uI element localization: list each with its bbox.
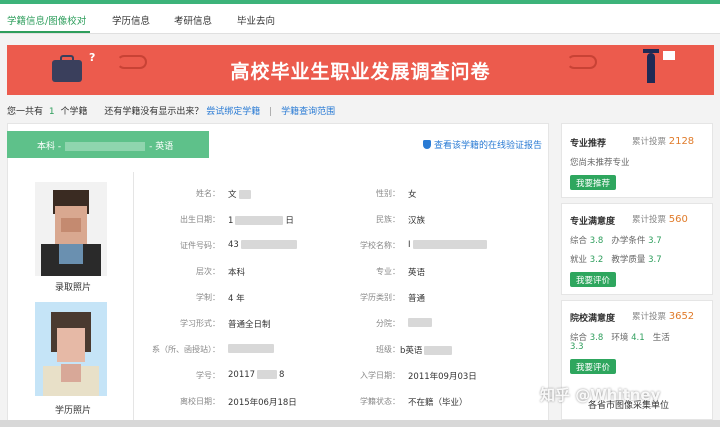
record-scope-link[interactable]: 学籍查询范围 (281, 107, 335, 117)
school-satisfaction-row-1: 综合 3.8 环境 4.1 生活 (570, 333, 670, 343)
field-value-study-form: 普通全日制 (228, 320, 271, 330)
field-value-level: 本科 (228, 268, 246, 278)
field-label-leave-date: 离校日期： (180, 397, 220, 406)
field-value-major: 英语 (408, 268, 426, 278)
verify-report-link[interactable]: 查看该学籍的在线验证报告 (422, 138, 542, 151)
field-value-status: 不在籍（毕业） (408, 398, 468, 408)
field-label-status: 学籍状态： (360, 397, 400, 406)
horizontal-scrollbar[interactable] (0, 420, 720, 427)
major-satisfaction-votes: 累计投票 560 (632, 214, 688, 225)
field-value-duration: 4 年 (228, 294, 245, 304)
field-label-ethnicity: 民族： (376, 215, 400, 224)
admission-photo (35, 182, 107, 276)
field-label-gender: 性别： (376, 189, 400, 198)
field-label-school-name: 学校名称： (360, 241, 400, 250)
record-tab[interactable]: 本科 - - 英语 (7, 131, 209, 158)
field-value-name: 文 (228, 188, 251, 200)
major-recommend-card: 专业推荐 累计投票 2128 您尚未推荐专业 我要推荐 (561, 123, 713, 198)
diploma-photo-label: 学历照片 (54, 406, 91, 416)
field-value-degree-type: 普通 (408, 294, 426, 304)
field-label-level: 层次： (196, 267, 220, 276)
field-label-branch-college: 分院： (376, 319, 400, 328)
field-label-department: 系（所、函授站）： (152, 345, 220, 354)
field-value-branch-college (408, 318, 432, 328)
admission-photo-label: 录取照片 (54, 283, 91, 293)
school-satisfaction-title: 院校满意度 (570, 314, 616, 324)
rate-major-button[interactable]: 我要评价 (570, 272, 617, 287)
survey-banner[interactable]: ? 高校毕业生职业发展调查问卷 (7, 45, 714, 95)
shield-icon (422, 140, 431, 149)
bind-record-link[interactable]: 尝试绑定学籍 (206, 107, 260, 117)
field-label-name: 姓名： (196, 189, 220, 198)
redacted-school-name (65, 142, 146, 151)
field-label-student-id: 学号： (196, 371, 220, 380)
field-value-class: b英语 (400, 344, 453, 356)
major-satisfaction-card: 专业满意度 累计投票 560 综合 3.8 办学条件 3.7 就业 3.2 教学… (561, 203, 713, 295)
major-recommend-text: 您尚未推荐专业 (570, 158, 630, 168)
field-value-id-number: 43 (228, 240, 297, 250)
record-count-prefix: 您一共有 (7, 107, 44, 117)
field-value-gender: 女 (408, 190, 417, 200)
field-value-department (228, 344, 274, 354)
tab-student-status[interactable]: 学籍信息/图像校对 (7, 13, 86, 27)
field-label-study-form: 学习形式： (180, 319, 220, 328)
graduate-cap-icon (643, 49, 659, 53)
missing-record-question: 还有学籍没有显示出来？ (104, 107, 204, 117)
record-tab-level: 本科 - (37, 142, 62, 152)
major-recommend-title: 专业推荐 (570, 139, 607, 149)
active-tab-indicator (0, 31, 90, 33)
top-nav: 学籍信息/图像校对 学历信息 考研信息 毕业去向 (0, 4, 720, 34)
field-label-major: 专业： (376, 267, 400, 276)
recommend-major-button[interactable]: 我要推荐 (570, 175, 617, 190)
tab-education-info[interactable]: 学历信息 (112, 13, 150, 27)
field-value-birthdate: 1日 (228, 216, 294, 226)
record-count-suffix: 个学籍 (60, 107, 88, 117)
image-collection-units-link[interactable]: 各省市图像采集单位 (588, 398, 669, 411)
major-satisfaction-row-2: 就业 3.2 教学质量 3.7 (570, 255, 662, 265)
field-label-degree-type: 学历类别： (360, 293, 400, 302)
school-satisfaction-row-1-overflow: 3.3 (570, 342, 584, 352)
field-label-class: 班级： (376, 345, 400, 354)
diploma-photo (35, 302, 107, 396)
rate-school-button[interactable]: 我要评价 (570, 359, 617, 374)
major-satisfaction-title: 专业满意度 (570, 217, 616, 227)
field-value-leave-date: 2015年06月18日 (228, 398, 297, 408)
field-value-school-name: I (408, 240, 487, 250)
photo-column: 录取照片 学历照片 (12, 172, 134, 427)
major-satisfaction-row-1: 综合 3.8 办学条件 3.7 (570, 236, 662, 246)
graduate-figure-icon (647, 53, 655, 83)
field-label-enroll-date: 入学日期： (360, 371, 400, 380)
student-record-count-line: 您一共有 1 个学籍 还有学籍没有显示出来？ 尝试绑定学籍 | 学籍查询范围 (7, 104, 335, 117)
tab-postgrad-info[interactable]: 考研信息 (174, 13, 212, 27)
verify-report-label: 查看该学籍的在线验证报告 (433, 141, 542, 151)
school-satisfaction-votes: 累计投票 3652 (632, 311, 695, 322)
field-label-id-number: 证件号码： (180, 241, 220, 250)
record-count: 1 (48, 107, 55, 117)
banner-title: 高校毕业生职业发展调查问卷 (230, 61, 491, 83)
tab-graduation-destination[interactable]: 毕业去向 (237, 13, 275, 27)
major-recommend-votes: 累计投票 2128 (632, 136, 695, 147)
field-value-ethnicity: 汉族 (408, 216, 426, 226)
field-label-birthdate: 出生日期： (180, 215, 220, 224)
flag-icon (663, 51, 675, 60)
field-value-enroll-date: 2011年09月03日 (408, 372, 477, 382)
record-tab-major: - 英语 (149, 142, 174, 152)
field-value-student-id: 20117 8 (228, 370, 285, 380)
link-separator: | (269, 107, 273, 117)
field-label-duration: 学制： (196, 293, 220, 302)
